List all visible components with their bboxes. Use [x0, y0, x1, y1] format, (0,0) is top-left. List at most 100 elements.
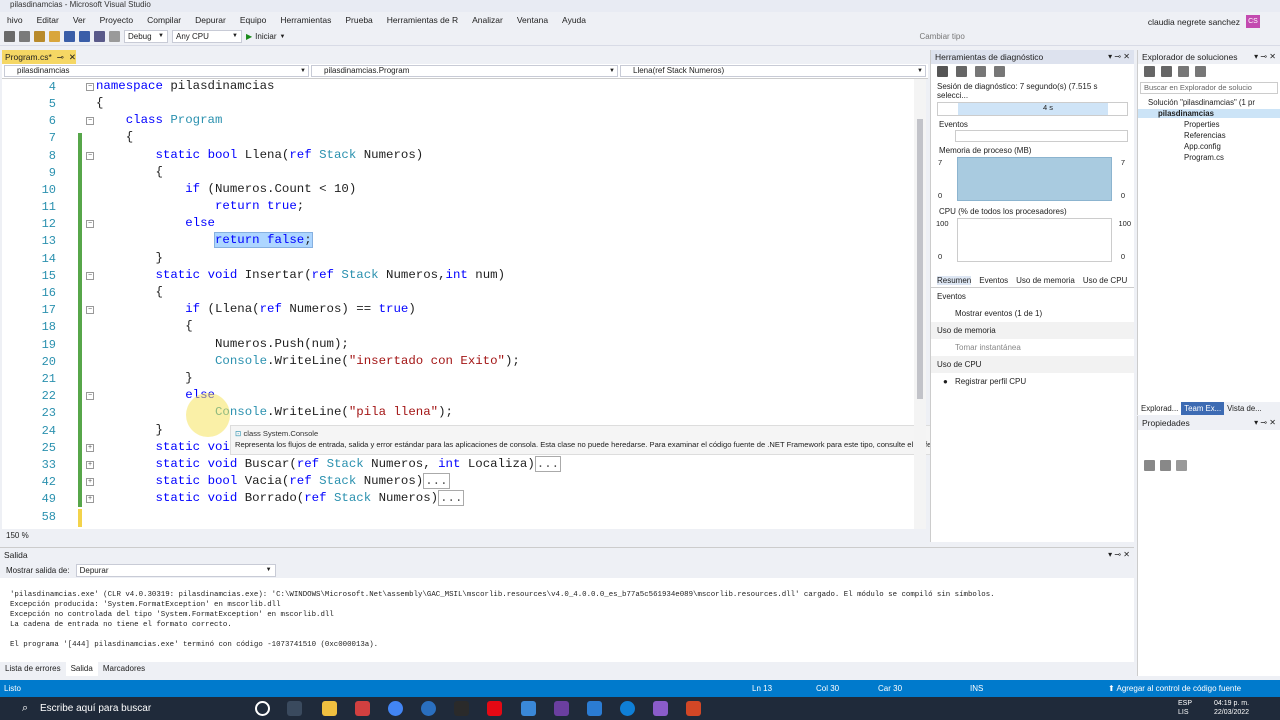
fold-toggle[interactable]: −	[86, 272, 94, 280]
events-track[interactable]	[955, 130, 1128, 142]
redo-icon[interactable]	[109, 31, 120, 42]
tab-class-view[interactable]: Vista de...	[1224, 402, 1265, 415]
menu-prueba[interactable]: Prueba	[338, 15, 379, 25]
mail-icon[interactable]	[587, 701, 602, 716]
tree-program-cs[interactable]: Program.cs	[1138, 153, 1280, 162]
code-line[interactable]: {	[96, 130, 133, 144]
new-project-icon[interactable]	[34, 31, 45, 42]
code-line[interactable]: static void Insertar(ref Stack Numeros,i…	[96, 268, 506, 282]
taskbar-search[interactable]: Escribe aquí para buscar	[40, 703, 151, 714]
menu-analizar[interactable]: Analizar	[465, 15, 510, 25]
code-line[interactable]: {	[96, 165, 162, 179]
code-line[interactable]: }	[96, 423, 162, 437]
code-line[interactable]: static voi	[96, 440, 230, 454]
menu-ventana[interactable]: Ventana	[510, 15, 555, 25]
zoom-in-icon[interactable]	[975, 66, 986, 77]
cambiar-tipo[interactable]: Cambiar tipo	[919, 32, 964, 41]
fold-toggle[interactable]: −	[86, 392, 94, 400]
menu-editar[interactable]: Editar	[30, 15, 66, 25]
app-icon[interactable]	[454, 701, 469, 716]
tab-team-explorer[interactable]: Team Ex...	[1181, 402, 1225, 415]
take-snapshot-link[interactable]: Tomar instantánea	[931, 339, 1134, 356]
menu-herramientas[interactable]: Herramientas	[273, 15, 338, 25]
file-explorer-icon[interactable]	[322, 701, 337, 716]
menu-proyecto[interactable]: Proyecto	[93, 15, 141, 25]
project-dropdown[interactable]: pilasdinamcias ▼	[4, 65, 309, 77]
menu-equipo[interactable]: Equipo	[233, 15, 273, 25]
app-icon[interactable]	[521, 701, 536, 716]
tab-solution-explorer[interactable]: Explorad...	[1138, 402, 1182, 415]
visual-studio-icon[interactable]	[653, 701, 668, 716]
settings-icon[interactable]	[937, 66, 948, 77]
edge-icon[interactable]	[620, 701, 635, 716]
app-icon[interactable]	[355, 701, 370, 716]
undo-icon[interactable]	[94, 31, 105, 42]
wrench-icon[interactable]	[1176, 460, 1187, 471]
save-all-icon[interactable]	[79, 31, 90, 42]
tree-app-config[interactable]: App.config	[1138, 142, 1280, 151]
tab-uso-memoria[interactable]: Uso de memoria	[1016, 276, 1075, 285]
scroll-thumb[interactable]	[917, 119, 923, 399]
pane-controls[interactable]: ▾ ⊸ ✕	[1108, 50, 1130, 64]
code-line[interactable]: Console.WriteLine("insertado con Exito")…	[96, 354, 520, 368]
member-dropdown[interactable]: Llena(ref Stack Numeros) ▼	[620, 65, 926, 77]
start-button[interactable]: ▶ Iniciar ▼	[246, 32, 285, 41]
fold-toggle[interactable]: −	[86, 117, 94, 125]
code-line[interactable]: Console.WriteLine("pila llena");	[96, 405, 453, 419]
save-icon[interactable]	[64, 31, 75, 42]
app-icon[interactable]	[421, 701, 436, 716]
fold-toggle[interactable]: −	[86, 83, 94, 91]
timeline[interactable]: 4 s	[937, 102, 1128, 116]
back-icon[interactable]	[1144, 66, 1155, 77]
close-icon[interactable]: ✕	[69, 50, 76, 64]
code-line[interactable]: class Program	[96, 113, 223, 127]
show-events-link[interactable]: Mostrar eventos (1 de 1)	[931, 305, 1134, 322]
menu-archivo[interactable]: hivo	[0, 15, 30, 25]
clock[interactable]: 04:19 p. m. 22/03/2022	[1214, 699, 1249, 717]
code-line[interactable]: if (Llena(ref Numeros) == true)	[96, 302, 416, 316]
powerpoint-icon[interactable]	[686, 701, 701, 716]
code-line[interactable]: }	[96, 251, 162, 265]
tab-program-cs[interactable]: Program.cs* ⊸ ✕	[2, 50, 76, 64]
code-line[interactable]: return false;	[96, 232, 313, 248]
pin-icon[interactable]: ⊸	[57, 50, 64, 64]
tree-properties[interactable]: Properties	[1138, 120, 1280, 129]
code-line[interactable]: return true;	[96, 199, 304, 213]
code-line[interactable]: {	[96, 285, 162, 299]
netflix-icon[interactable]	[487, 701, 502, 716]
alphabetical-icon[interactable]	[1160, 460, 1171, 471]
tree-references[interactable]: Referencias	[1138, 131, 1280, 140]
select-tools-icon[interactable]	[956, 66, 967, 77]
fold-toggle[interactable]: +	[86, 444, 94, 452]
categorized-icon[interactable]	[1144, 460, 1155, 471]
code-line[interactable]: static bool Llena(ref Stack Numeros)	[96, 148, 424, 162]
tab-error-list[interactable]: Lista de errores	[0, 662, 66, 676]
tree-solution[interactable]: Solución "pilasdinamcias" (1 pr	[1138, 98, 1280, 107]
fold-toggle[interactable]: +	[86, 495, 94, 503]
output-source-select[interactable]: Depurar ▼	[75, 563, 276, 577]
code-line[interactable]: static void Buscar(ref Stack Numeros, in…	[96, 456, 562, 472]
code-line[interactable]: else	[96, 216, 215, 230]
user-avatar[interactable]: CS	[1246, 15, 1260, 28]
home-icon[interactable]	[1178, 66, 1189, 77]
tree-project[interactable]: pilasdinamcias	[1138, 109, 1280, 118]
solution-search[interactable]: Buscar en Explorador de solucio	[1140, 82, 1278, 94]
task-view-icon[interactable]	[287, 701, 302, 716]
open-icon[interactable]	[49, 31, 60, 42]
forward-icon[interactable]	[1161, 66, 1172, 77]
code-line[interactable]: static bool Vacia(ref Stack Numeros)...	[96, 473, 450, 489]
menu-compilar[interactable]: Compilar	[140, 15, 188, 25]
source-control-button[interactable]: ⬆ Agregar al control de código fuente	[1108, 680, 1241, 697]
code-editor[interactable]: 4 5 6 7 8 9 10 11 12 13 14 15 16 17 18 1…	[2, 79, 916, 529]
menu-ayuda[interactable]: Ayuda	[555, 15, 593, 25]
code-line[interactable]: {	[96, 319, 192, 333]
cortana-icon[interactable]	[255, 701, 270, 716]
class-dropdown[interactable]: pilasdinamcias.Program ▼	[311, 65, 618, 77]
record-cpu-link[interactable]: ● Registrar perfil CPU	[931, 373, 1134, 390]
tab-bookmarks[interactable]: Marcadores	[98, 662, 150, 676]
code-line[interactable]: }	[96, 371, 192, 385]
menu-ver[interactable]: Ver	[66, 15, 93, 25]
fold-toggle[interactable]: −	[86, 306, 94, 314]
menu-depurar[interactable]: Depurar	[188, 15, 233, 25]
language-indicator[interactable]: ESP LIS	[1178, 699, 1192, 717]
